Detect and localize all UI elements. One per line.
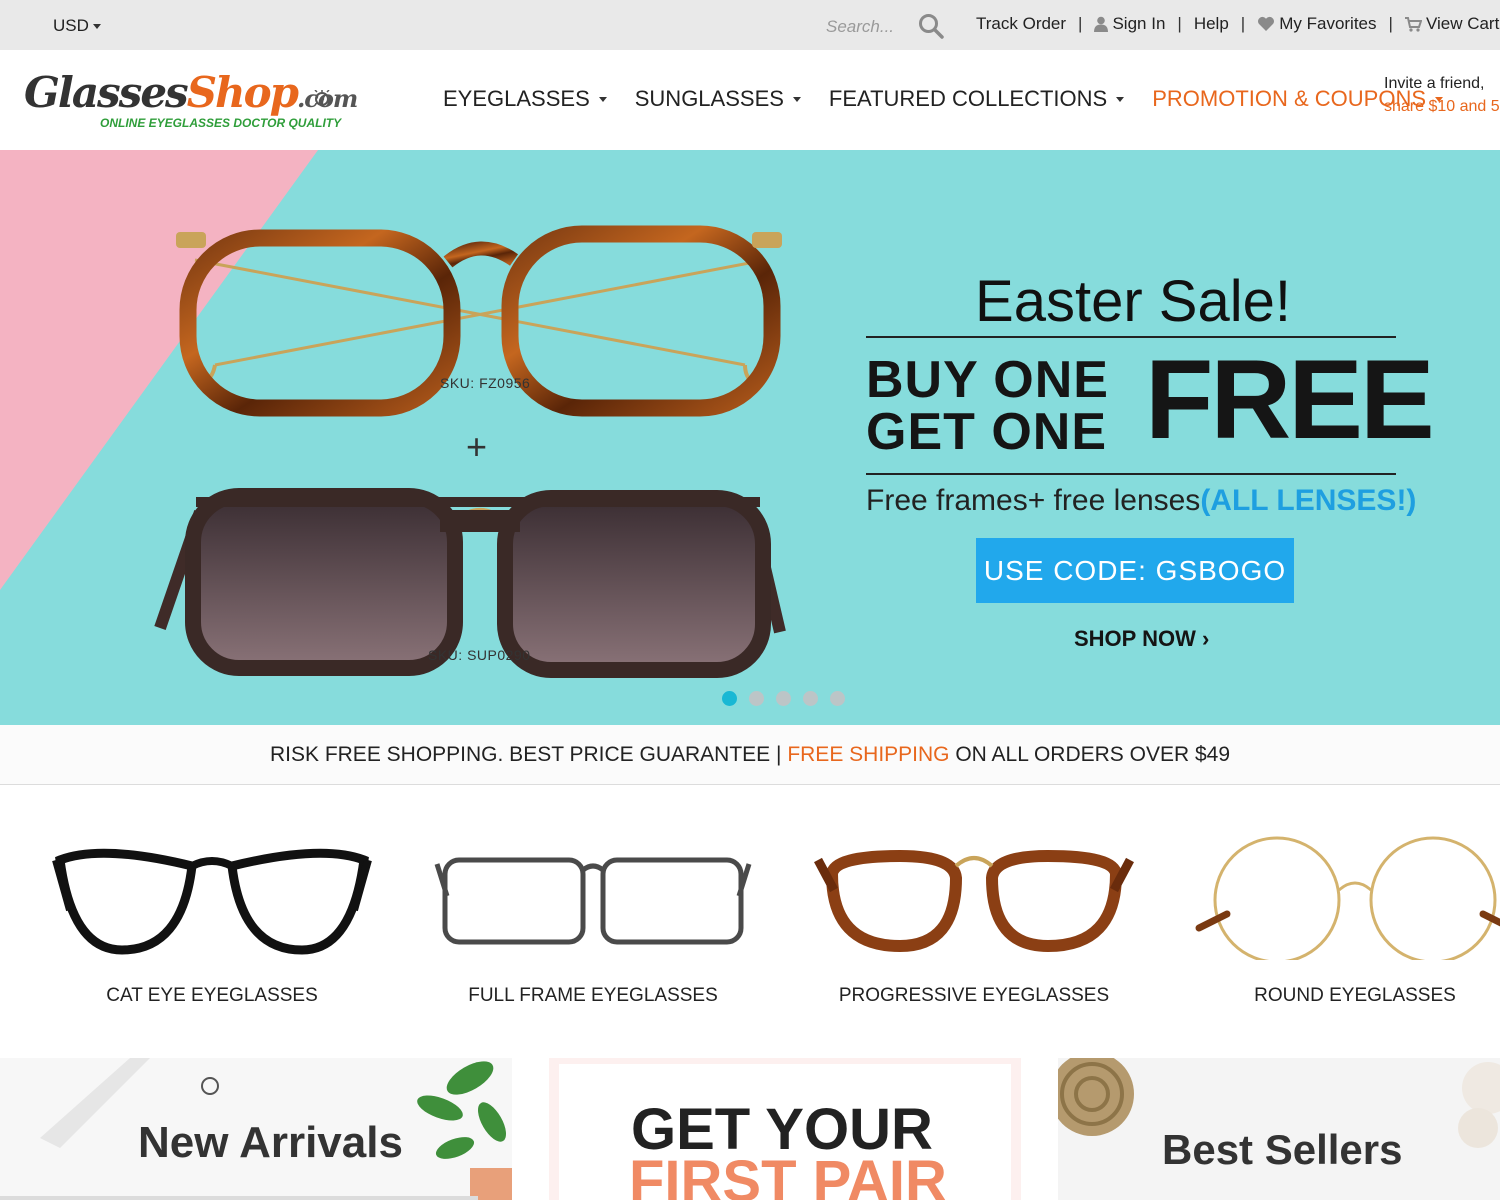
- user-icon: [1094, 16, 1109, 32]
- view-cart-label: View Cart (: [1425, 14, 1500, 33]
- nav-sunglasses-label: SUNGLASSES: [634, 86, 784, 111]
- carousel-dot-5[interactable]: [830, 691, 845, 706]
- track-order-link[interactable]: Track Order: [976, 14, 1066, 34]
- free-frames-line: Free frames+ free lenses(ALL LENSES!): [866, 484, 1416, 518]
- carousel-dot-3[interactable]: [776, 691, 791, 706]
- category-round[interactable]: ROUND EYEGLASSES: [1185, 820, 1500, 1020]
- new-arrivals-heading: New Arrivals: [138, 1118, 403, 1167]
- sign-in-link[interactable]: Sign In: [1094, 14, 1165, 34]
- carousel-dot-1[interactable]: [722, 691, 737, 706]
- chevron-down-icon: [92, 24, 101, 30]
- help-link[interactable]: Help: [1194, 14, 1229, 34]
- free-frames-text: Free frames+ free lenses: [866, 484, 1201, 517]
- round-glasses-icon: [1195, 836, 1500, 960]
- separator: |: [1388, 14, 1393, 33]
- category-grid: CAT EYE EYEGLASSES FULL FRAME EYEGLASSES…: [0, 820, 1500, 1020]
- shop-now-label: SHOP NOW: [1074, 626, 1196, 651]
- dark-sunglasses-image: [154, 488, 786, 678]
- my-favorites-link[interactable]: My Favorites: [1257, 14, 1377, 34]
- category-full-frame[interactable]: FULL FRAME EYEGLASSES: [423, 820, 763, 1020]
- currency-selector[interactable]: USD: [53, 16, 101, 36]
- first-pair-banner[interactable]: GET YOUR FIRST PAIR: [549, 1058, 1021, 1200]
- search-input[interactable]: [826, 14, 916, 40]
- site-header: GlassesShop.com ONLINE EYEGLASSES DOCTOR…: [0, 50, 1500, 150]
- plus-sign: +: [466, 426, 488, 467]
- bogo-headline: BUY ONE GET ONE: [866, 354, 1109, 458]
- logo-wordmark: GlassesShop.com: [24, 68, 358, 117]
- free-shipping-highlight: FREE SHIPPING: [787, 742, 950, 766]
- category-label: FULL FRAME EYEGLASSES: [468, 985, 718, 1006]
- strip-text-1: RISK FREE SHOPPING. BEST PRICE GUARANTEE…: [269, 742, 788, 766]
- separator: |: [1177, 14, 1182, 33]
- chevron-down-icon: [1116, 96, 1125, 102]
- shop-now-link[interactable]: SHOP NOW ›: [1074, 626, 1209, 652]
- invite-line-2: share $10 and 50: [1384, 98, 1500, 115]
- category-progressive[interactable]: PROGRESSIVE EYEGLASSES: [804, 820, 1144, 1020]
- nav-eyeglasses[interactable]: EYEGLASSES: [443, 86, 607, 112]
- full-frame-glasses-icon: [434, 857, 752, 945]
- separator: |: [1078, 14, 1083, 33]
- search-icon: [919, 14, 944, 39]
- nav-featured-collections[interactable]: FEATURED COLLECTIONS: [828, 86, 1125, 112]
- currency-label: USD: [53, 16, 89, 35]
- sku-top-label: SKU: FZ0956: [440, 375, 531, 391]
- cart-icon: [1404, 16, 1422, 32]
- new-arrivals-banner[interactable]: New Arrivals: [0, 1058, 512, 1200]
- category-label: CAT EYE EYEGLASSES: [106, 985, 318, 1006]
- carousel-dot-2[interactable]: [749, 691, 764, 706]
- nav-featured-collections-label: FEATURED COLLECTIONS: [828, 86, 1108, 111]
- heart-icon: [1258, 16, 1275, 31]
- nav-eyeglasses-label: EYEGLASSES: [443, 86, 590, 111]
- view-cart-link[interactable]: View Cart (: [1404, 14, 1500, 34]
- site-logo[interactable]: GlassesShop.com ONLINE EYEGLASSES DOCTOR…: [24, 68, 358, 140]
- chevron-right-icon: ›: [1201, 626, 1210, 651]
- top-utility-bar: USD Track Order | Sign In | Help | My Fa…: [0, 0, 1500, 50]
- use-code-button[interactable]: USE CODE: GSBOGO: [976, 538, 1294, 603]
- bogo-line-2: GET ONE: [866, 403, 1108, 461]
- strip-text-2: ON ALL ORDERS OVER $49: [949, 742, 1231, 766]
- shipping-promo-strip: RISK FREE SHOPPING. BEST PRICE GUARANTEE…: [0, 725, 1500, 785]
- sku-bottom-label: SKU: SUP0290: [428, 647, 531, 663]
- all-lenses-highlight: (ALL LENSES!): [1200, 484, 1417, 517]
- best-sellers-heading: Best Sellers: [1162, 1126, 1403, 1173]
- my-favorites-label: My Favorites: [1279, 14, 1377, 33]
- category-label: PROGRESSIVE EYEGLASSES: [838, 985, 1110, 1006]
- hero-title: Easter Sale!: [975, 269, 1291, 334]
- invite-friend-link[interactable]: Invite a friend, share $10 and 50: [1384, 72, 1500, 118]
- invite-line-1: Invite a friend,: [1384, 75, 1485, 92]
- separator: |: [1240, 14, 1246, 33]
- main-navigation: EYEGLASSES SUNGLASSES FEATURED COLLECTIO…: [443, 86, 1471, 112]
- logo-tagline: ONLINE EYEGLASSES DOCTOR QUALITY: [100, 116, 342, 130]
- chevron-down-icon: [598, 96, 607, 102]
- nav-sunglasses[interactable]: SUNGLASSES: [635, 86, 801, 112]
- category-label: ROUND EYEGLASSES: [1254, 985, 1456, 1006]
- utility-links: Track Order | Sign In | Help | My Favori…: [976, 14, 1500, 34]
- category-cat-eye[interactable]: CAT EYE EYEGLASSES: [42, 820, 382, 1020]
- carousel-dot-4[interactable]: [803, 691, 818, 706]
- divider: [866, 473, 1396, 475]
- bogo-free-word: FREE: [1145, 337, 1435, 462]
- logo-eye-icon: [314, 90, 330, 106]
- search-button[interactable]: [917, 12, 945, 40]
- cat-eye-glasses-icon: [52, 848, 372, 955]
- chevron-down-icon: [792, 96, 801, 102]
- best-sellers-banner[interactable]: Best Sellers: [1058, 1058, 1500, 1200]
- carousel-pagination: [722, 691, 857, 706]
- first-pair-line-2: FIRST PAIR: [629, 1149, 947, 1200]
- bogo-line-1: BUY ONE: [866, 351, 1109, 409]
- progressive-glasses-icon: [814, 849, 1134, 953]
- hero-banner[interactable]: SKU: FZ0956 + SKU: SUP0290 Easter Sale! …: [0, 150, 1500, 725]
- sign-in-label: Sign In: [1112, 14, 1166, 33]
